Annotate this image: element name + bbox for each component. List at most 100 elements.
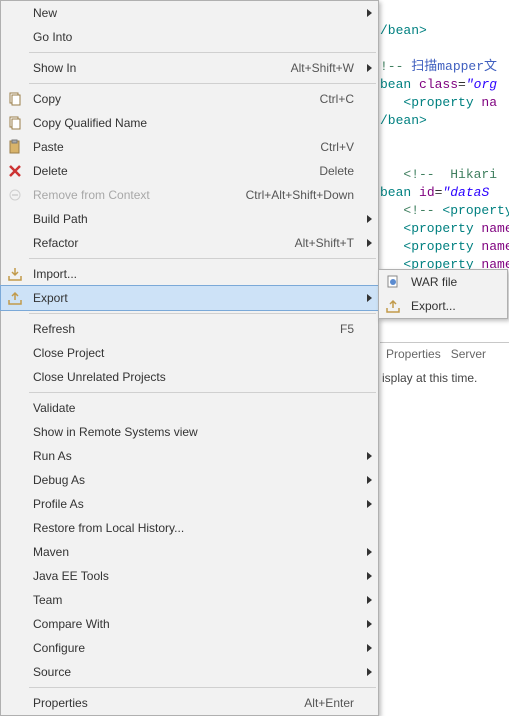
menu-refresh[interactable]: Refresh F5 (1, 317, 378, 341)
menu-compare-with[interactable]: Compare With (1, 612, 378, 636)
menu-source[interactable]: Source (1, 660, 378, 684)
menu-profile-as[interactable]: Profile As (1, 492, 378, 516)
menu-label: New (29, 6, 358, 20)
menu-copy[interactable]: Copy Ctrl+C (1, 87, 378, 111)
tab-properties[interactable]: Properties (386, 347, 441, 361)
import-icon (1, 266, 29, 282)
menu-label: Remove from Context (29, 188, 246, 202)
menu-import[interactable]: Import... (1, 262, 378, 286)
menu-label: Refactor (29, 236, 295, 250)
menu-label: Paste (29, 140, 320, 154)
menu-label: Show in Remote Systems view (29, 425, 358, 439)
submenu-war-file[interactable]: WAR file (379, 270, 507, 294)
menu-show-in[interactable]: Show In Alt+Shift+W (1, 56, 378, 80)
menu-validate[interactable]: Validate (1, 396, 378, 420)
tab-servers[interactable]: Server (451, 347, 486, 361)
menu-label: Export (29, 291, 358, 305)
menu-export[interactable]: Export (1, 286, 378, 310)
menu-accel: Ctrl+V (320, 140, 358, 154)
menu-accel: Delete (319, 164, 358, 178)
menu-accel: Alt+Shift+T (295, 236, 358, 250)
menu-label: Compare With (29, 617, 358, 631)
submenu-arrow-icon (367, 215, 372, 223)
submenu-arrow-icon (367, 500, 372, 508)
menu-label: Close Unrelated Projects (29, 370, 358, 384)
menu-label: Properties (29, 696, 304, 710)
menu-separator (29, 392, 376, 393)
menu-build-path[interactable]: Build Path (1, 207, 378, 231)
submenu-arrow-icon (367, 548, 372, 556)
menu-label: Maven (29, 545, 358, 559)
export-submenu: WAR file Export... (378, 269, 508, 319)
submenu-arrow-icon (367, 9, 372, 17)
menu-delete[interactable]: Delete Delete (1, 159, 378, 183)
menu-separator (29, 313, 376, 314)
paste-icon (1, 139, 29, 155)
submenu-label: WAR file (407, 275, 497, 289)
menu-go-into[interactable]: Go Into (1, 25, 378, 49)
context-menu: New Go Into Show In Alt+Shift+W Copy Ctr… (0, 0, 379, 716)
menu-label: Copy (29, 92, 320, 106)
menu-refactor[interactable]: Refactor Alt+Shift+T (1, 231, 378, 255)
bottom-tabs: Properties Server isplay at this time. (380, 342, 509, 365)
menu-label: Show In (29, 61, 291, 75)
menu-debug-as[interactable]: Debug As (1, 468, 378, 492)
menu-label: Team (29, 593, 358, 607)
menu-close-project[interactable]: Close Project (1, 341, 378, 365)
export-icon (1, 290, 29, 306)
copy-icon (1, 91, 29, 107)
status-message: isplay at this time. (382, 371, 477, 385)
copy-qn-icon (1, 115, 29, 131)
menu-accel: Alt+Enter (304, 696, 358, 710)
delete-icon (1, 163, 29, 179)
menu-label: Delete (29, 164, 319, 178)
submenu-arrow-icon (367, 452, 372, 460)
menu-copy-qualified-name[interactable]: Copy Qualified Name (1, 111, 378, 135)
menu-label: Run As (29, 449, 358, 463)
menu-label: Configure (29, 641, 358, 655)
menu-configure[interactable]: Configure (1, 636, 378, 660)
menu-label: Validate (29, 401, 358, 415)
submenu-arrow-icon (367, 668, 372, 676)
menu-label: Java EE Tools (29, 569, 358, 583)
submenu-arrow-icon (367, 294, 372, 302)
menu-team[interactable]: Team (1, 588, 378, 612)
menu-label: Close Project (29, 346, 358, 360)
submenu-arrow-icon (367, 476, 372, 484)
menu-label: Source (29, 665, 358, 679)
menu-javaee-tools[interactable]: Java EE Tools (1, 564, 378, 588)
menu-separator (29, 52, 376, 53)
menu-label: Go Into (29, 30, 358, 44)
menu-label: Build Path (29, 212, 358, 226)
menu-separator (29, 258, 376, 259)
menu-properties[interactable]: Properties Alt+Enter (1, 691, 378, 715)
submenu-label: Export... (407, 299, 497, 313)
menu-accel: Ctrl+C (320, 92, 358, 106)
menu-separator (29, 83, 376, 84)
menu-accel: Alt+Shift+W (291, 61, 358, 75)
submenu-arrow-icon (367, 620, 372, 628)
submenu-export[interactable]: Export... (379, 294, 507, 318)
menu-close-unrelated[interactable]: Close Unrelated Projects (1, 365, 378, 389)
menu-label: Debug As (29, 473, 358, 487)
war-file-icon (379, 274, 407, 290)
submenu-arrow-icon (367, 572, 372, 580)
submenu-arrow-icon (367, 64, 372, 72)
menu-paste[interactable]: Paste Ctrl+V (1, 135, 378, 159)
menu-restore-history[interactable]: Restore from Local History... (1, 516, 378, 540)
menu-label: Refresh (29, 322, 340, 336)
menu-label: Restore from Local History... (29, 521, 358, 535)
menu-accel: Ctrl+Alt+Shift+Down (246, 188, 358, 202)
menu-maven[interactable]: Maven (1, 540, 378, 564)
menu-run-as[interactable]: Run As (1, 444, 378, 468)
menu-label: Import... (29, 267, 358, 281)
remove-context-icon (1, 187, 29, 203)
menu-remove-from-context: Remove from Context Ctrl+Alt+Shift+Down (1, 183, 378, 207)
menu-accel: F5 (340, 322, 358, 336)
menu-new[interactable]: New (1, 1, 378, 25)
menu-show-remote[interactable]: Show in Remote Systems view (1, 420, 378, 444)
submenu-arrow-icon (367, 644, 372, 652)
export-icon (379, 298, 407, 314)
submenu-arrow-icon (367, 239, 372, 247)
menu-separator (29, 687, 376, 688)
